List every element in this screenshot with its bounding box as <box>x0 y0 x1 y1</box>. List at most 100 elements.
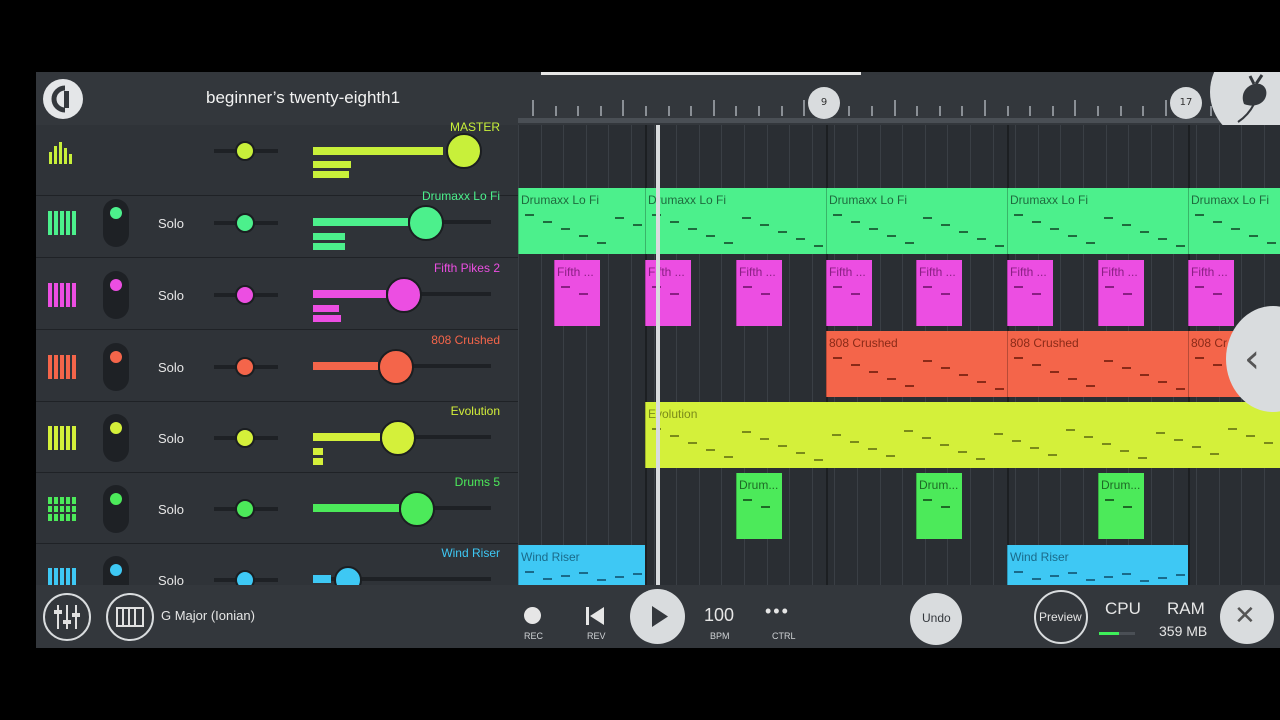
bar-marker-17[interactable]: 17 <box>1170 87 1202 119</box>
ruler-tick <box>668 106 670 116</box>
volume-fill <box>313 504 399 512</box>
clip-fifth-pikes[interactable]: Fifth ... <box>1188 260 1234 326</box>
record-button[interactable] <box>524 607 541 624</box>
clip-wind-riser[interactable]: Wind Riser <box>1007 545 1188 585</box>
cpu-label: CPU <box>1105 599 1141 618</box>
pan-knob[interactable] <box>235 428 255 448</box>
clip-note <box>1122 573 1131 575</box>
clip-note <box>1014 571 1023 573</box>
clip-drumaxx[interactable]: Drumaxx Lo Fi <box>645 188 826 254</box>
clip-drums-5[interactable]: Drum... <box>736 473 782 539</box>
mute-toggle[interactable] <box>103 199 129 247</box>
playlist-area[interactable]: Drumaxx Lo Fi Drumaxx Lo Fi Drumaxx Lo F… <box>518 125 1280 585</box>
ruler-tick <box>803 100 805 116</box>
clip-drums-5[interactable]: Drum... <box>1098 473 1144 539</box>
preview-label: Preview <box>1039 610 1082 624</box>
clip-note <box>633 224 642 226</box>
piano-roll-button[interactable] <box>106 593 154 641</box>
clip-note <box>615 576 624 578</box>
clip-note <box>886 455 895 457</box>
level-meter <box>313 171 349 178</box>
clip-drumaxx[interactable]: Drumaxx Lo Fi <box>826 188 1007 254</box>
clip-fifth-pikes[interactable]: Fifth ... <box>736 260 782 326</box>
clip-drumaxx[interactable]: Drumaxx Lo Fi <box>1188 188 1280 254</box>
ruler-tick <box>984 100 986 116</box>
clip-note <box>1050 371 1059 373</box>
clip-note <box>940 444 949 446</box>
pan-knob[interactable] <box>235 213 255 233</box>
play-button[interactable] <box>630 589 685 644</box>
clip-drumaxx[interactable]: Drumaxx Lo Fi <box>1007 188 1188 254</box>
clip-fifth-pikes[interactable]: Fifth ... <box>916 260 962 326</box>
ctrl-dots-icon[interactable]: ••• <box>765 601 790 622</box>
volume-knob[interactable] <box>399 491 435 527</box>
clip-fifth-pikes[interactable]: Fifth ... <box>1098 260 1144 326</box>
pan-knob[interactable] <box>235 141 255 161</box>
playhead[interactable] <box>656 125 660 585</box>
track-name: Wind Riser <box>441 546 500 560</box>
clip-note <box>905 242 914 244</box>
clip-note <box>670 221 679 223</box>
clip-note <box>670 435 679 437</box>
mixer-button[interactable] <box>43 593 91 641</box>
clip-note <box>1104 360 1113 362</box>
track-name: Drumaxx Lo Fi <box>421 189 500 203</box>
clip-drumaxx[interactable]: Drumaxx Lo Fi <box>518 188 645 254</box>
pan-knob[interactable] <box>235 499 255 519</box>
scale-selector[interactable]: G Major (Ionian) <box>161 608 255 623</box>
volume-knob[interactable] <box>378 349 414 385</box>
solo-button[interactable]: Solo <box>158 431 184 446</box>
mute-toggle[interactable] <box>103 271 129 319</box>
timeline-ruler[interactable]: 9 17 <box>518 72 1280 142</box>
clip-note <box>1032 364 1041 366</box>
clip-fifth-pikes[interactable]: Fifth ... <box>826 260 872 326</box>
clip-note <box>1140 231 1149 233</box>
clip-note <box>1123 293 1132 295</box>
clip-fifth-pikes[interactable]: Fifth ... <box>1007 260 1053 326</box>
pan-knob[interactable] <box>235 357 255 377</box>
clip-fifth-pikes[interactable]: Fifth ... <box>554 260 600 326</box>
undo-button[interactable]: Undo <box>910 593 962 645</box>
clip-wind-riser[interactable]: Wind Riser <box>518 545 645 585</box>
ruler-tick <box>1029 106 1031 116</box>
clip-note <box>1176 245 1185 247</box>
volume-knob[interactable] <box>446 133 482 169</box>
clip-note <box>1246 435 1255 437</box>
tempo-value[interactable]: 100 <box>704 605 734 626</box>
bar-marker-9[interactable]: 9 <box>808 87 840 119</box>
mute-toggle[interactable] <box>103 414 129 462</box>
clip-note <box>1176 574 1185 576</box>
volume-knob[interactable] <box>380 420 416 456</box>
clip-fifth-pikes[interactable]: Fifth ... <box>645 260 691 326</box>
mute-toggle[interactable] <box>103 485 129 533</box>
volume-knob[interactable] <box>408 205 444 241</box>
preview-button[interactable]: Preview <box>1034 590 1088 644</box>
clip-note <box>1032 293 1041 295</box>
clip-note <box>1014 286 1023 288</box>
menu-button[interactable] <box>43 79 83 119</box>
solo-button[interactable]: Solo <box>158 288 184 303</box>
header-bar: beginner’s twenty-eighth1 <box>36 72 518 125</box>
clip-note <box>1086 385 1095 387</box>
clip-note <box>1213 221 1222 223</box>
track-name: Drums 5 <box>454 475 500 489</box>
clip-note <box>1086 579 1095 581</box>
volume-fill <box>313 575 331 583</box>
clip-note <box>743 499 752 501</box>
clip-808-crushed[interactable]: 808 Crushed <box>1007 331 1188 397</box>
scroll-indicator[interactable] <box>541 72 861 75</box>
volume-knob[interactable] <box>386 277 422 313</box>
clip-808-crushed[interactable]: 808 Crushed <box>826 331 1007 397</box>
pan-knob[interactable] <box>235 285 255 305</box>
mute-toggle[interactable] <box>103 343 129 391</box>
clip-note <box>832 434 841 436</box>
solo-button[interactable]: Solo <box>158 216 184 231</box>
clip-evolution[interactable]: Evolution <box>645 402 1280 468</box>
clip-note <box>761 293 770 295</box>
solo-button[interactable]: Solo <box>158 502 184 517</box>
clip-note <box>941 293 950 295</box>
close-button[interactable]: ✕ <box>1220 590 1274 644</box>
solo-button[interactable]: Solo <box>158 360 184 375</box>
clip-drums-5[interactable]: Drum... <box>916 473 962 539</box>
rewind-icon[interactable] <box>584 605 606 627</box>
